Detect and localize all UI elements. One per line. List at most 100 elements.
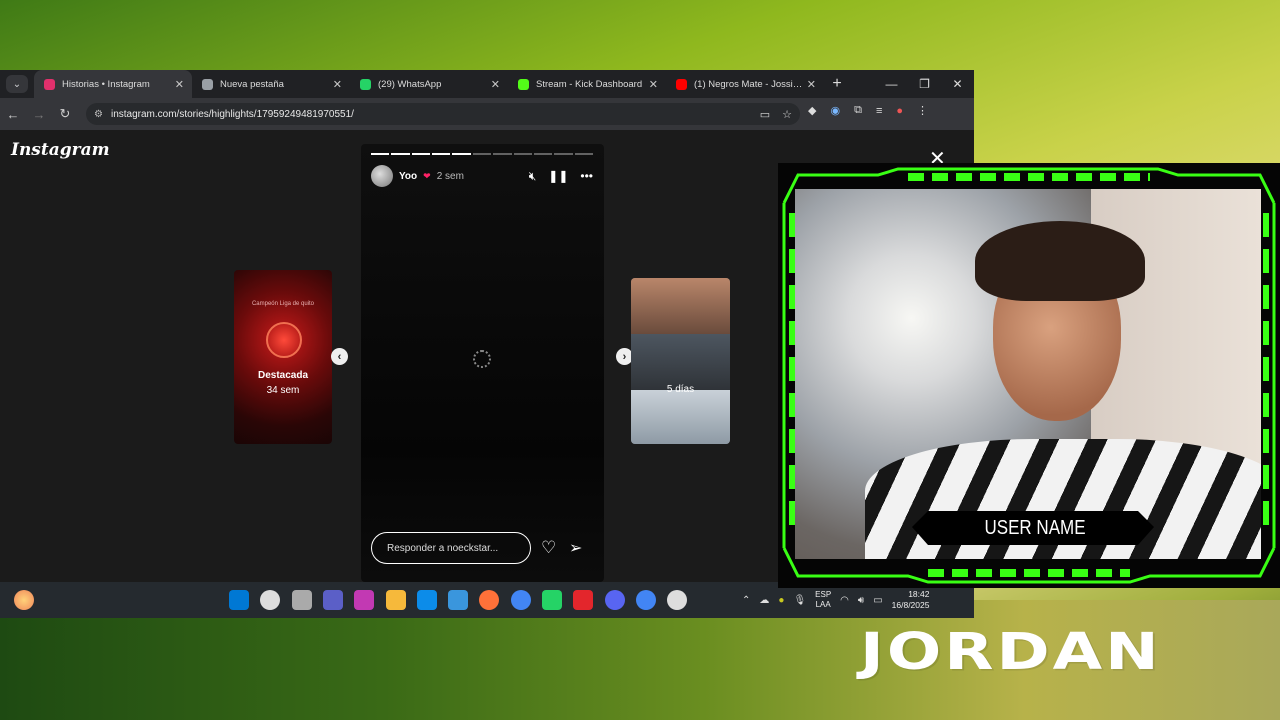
battery-icon[interactable]: ▭ — [873, 595, 882, 606]
story-avatar[interactable] — [371, 165, 393, 187]
minimize-icon[interactable]: — — [875, 70, 908, 98]
progress-segment — [513, 153, 532, 155]
reload-icon[interactable]: ↻ — [52, 106, 78, 122]
tab-close-icon[interactable]: ✕ — [333, 78, 342, 91]
browser-tab-1[interactable]: Nueva pestaña ✕ — [192, 70, 350, 98]
tab-bar: ⌄ Historias • Instagram ✕ Nueva pestaña ✕ (2… — [0, 70, 974, 98]
cast-icon[interactable]: ▭ — [760, 108, 770, 121]
heart-badge-icon: ❤ — [423, 170, 431, 181]
chrome-icon[interactable] — [510, 590, 531, 610]
tab-close-icon[interactable]: ✕ — [807, 78, 816, 91]
progress-segment — [371, 153, 390, 155]
microphone-icon[interactable]: 🎙︎ — [793, 595, 806, 606]
widgets-icon[interactable] — [14, 590, 34, 610]
tab-close-icon[interactable]: ✕ — [175, 78, 184, 91]
mute-icon[interactable]: 🔇︎ — [529, 169, 537, 184]
extensions-area: ◆ ◉ ⧉ ≡ ● ⋮ — [808, 104, 928, 117]
new-tab-button[interactable]: + — [824, 75, 850, 93]
clock-date: 16/8/2025 — [891, 600, 930, 610]
previous-story-caption: Campeón Liga de quito — [251, 301, 315, 307]
obs-icon[interactable] — [667, 590, 688, 610]
browser-tab-4[interactable]: (1) Negros Mate - Jossimar ✕ — [666, 70, 824, 98]
next-story-tile-bottom — [631, 390, 730, 444]
address-bar[interactable]: ⚙ instagram.com/stories/highlights/17959… — [86, 103, 800, 125]
tray-app-icon[interactable]: ● — [778, 595, 784, 606]
tab-favicon-icon — [676, 78, 687, 90]
file-explorer-icon[interactable] — [385, 590, 406, 610]
previous-story-arrow-icon[interactable]: ‹ — [331, 348, 348, 365]
tab-close-icon[interactable]: ✕ — [649, 78, 658, 91]
progress-segment — [574, 153, 593, 155]
tab-favicon-icon — [518, 78, 529, 90]
previous-story-preview[interactable]: Campeón Liga de quito Destacada 34 sem — [234, 270, 332, 444]
tab-search-button[interactable]: ⌄ — [6, 75, 28, 93]
story-header: Yoo ❤ 2 sem 🔇︎ ❚❚ ••• — [371, 164, 593, 188]
forward-icon[interactable]: → — [26, 107, 52, 122]
tab-title: Stream - Kick Dashboard — [536, 78, 643, 90]
browser-tab-0[interactable]: Historias • Instagram ✕ — [34, 70, 192, 98]
whatsapp-icon[interactable] — [542, 590, 562, 610]
tab-favicon-icon — [44, 78, 55, 90]
extension-badge-icon[interactable]: ◉ — [830, 104, 840, 117]
store-icon[interactable] — [448, 590, 469, 610]
media-control-icon[interactable]: ≡ — [876, 105, 882, 117]
next-story-tile-middle — [631, 334, 730, 390]
volume-icon[interactable]: 🔊︎ — [858, 595, 864, 606]
tab-strip: Historias • Instagram ✕ Nueva pestaña ✕ (29)… — [34, 70, 824, 98]
browser-menu-icon[interactable]: ⋮ — [917, 104, 928, 117]
previous-story-name: Destacada — [257, 370, 309, 381]
copilot-icon[interactable] — [354, 590, 375, 610]
edge-icon[interactable] — [416, 590, 437, 610]
tray-overflow-icon[interactable]: ⌃ — [742, 595, 750, 606]
browser-tab-2[interactable]: (29) WhatsApp ✕ — [350, 70, 508, 98]
search-icon[interactable] — [260, 590, 281, 610]
tab-title: (29) WhatsApp — [378, 78, 442, 90]
reply-input[interactable]: Responder a noeckstar... — [371, 532, 531, 564]
loading-spinner-icon — [473, 350, 491, 368]
progress-segment — [452, 153, 471, 155]
more-options-icon[interactable]: ••• — [580, 169, 593, 184]
address-toolbar: ← → ↻ ⚙ instagram.com/stories/highlights… — [0, 98, 974, 130]
next-story-preview[interactable]: 5 días — [631, 278, 730, 444]
tab-close-icon[interactable]: ✕ — [491, 78, 500, 91]
window-close-icon[interactable]: ✕ — [941, 70, 974, 98]
profile-avatar[interactable]: ● — [896, 105, 903, 117]
discord-icon[interactable] — [604, 590, 625, 610]
wifi-icon[interactable]: ◠ — [840, 595, 849, 606]
task-view-icon[interactable] — [291, 590, 312, 610]
site-info-icon[interactable]: ⚙ — [94, 109, 103, 120]
bookmark-star-icon[interactable]: ☆ — [782, 108, 792, 121]
progress-segment — [533, 153, 553, 155]
teams-icon[interactable] — [322, 590, 343, 610]
back-icon[interactable]: ← — [0, 107, 26, 122]
progress-segment — [493, 153, 512, 155]
story-viewer[interactable]: Yoo ❤ 2 sem 🔇︎ ❚❚ ••• Responder a noecks… — [361, 144, 604, 582]
previous-story-emblem — [266, 322, 302, 358]
language-indicator[interactable]: ESP LAA — [815, 590, 831, 610]
clock[interactable]: 18:42 16/8/2025 — [892, 589, 930, 611]
progress-segment — [391, 153, 410, 155]
extensions-puzzle-icon[interactable]: ⧉ — [854, 104, 862, 117]
overlay-username: USER NAME — [984, 517, 1086, 539]
firefox-icon[interactable] — [479, 590, 500, 610]
start-icon[interactable] — [229, 590, 249, 610]
progress-segment — [411, 153, 431, 155]
tab-title: Historias • Instagram — [62, 78, 150, 90]
pause-icon[interactable]: ❚❚ — [548, 169, 568, 184]
previous-story-time: 34 sem — [266, 385, 300, 396]
instagram-logo[interactable]: Instagram — [11, 140, 110, 160]
tab-favicon-icon — [202, 78, 213, 90]
progress-segment — [554, 153, 573, 155]
extension-diamond-icon[interactable]: ◆ — [808, 104, 816, 117]
send-icon[interactable]: ➢ — [569, 538, 582, 558]
story-username[interactable]: Yoo — [399, 171, 417, 182]
tab-favicon-icon — [360, 78, 371, 90]
chrome-active-icon[interactable] — [635, 590, 656, 610]
restore-icon[interactable]: ❐ — [908, 70, 941, 98]
next-story-time: 5 días — [666, 384, 695, 395]
tray-cloud-icon[interactable]: ☁ — [759, 595, 769, 606]
browser-tab-3[interactable]: Stream - Kick Dashboard ✕ — [508, 70, 666, 98]
story-time: 2 sem — [436, 170, 464, 182]
like-heart-icon[interactable]: ♡ — [541, 538, 556, 558]
wps-icon[interactable] — [573, 590, 594, 610]
